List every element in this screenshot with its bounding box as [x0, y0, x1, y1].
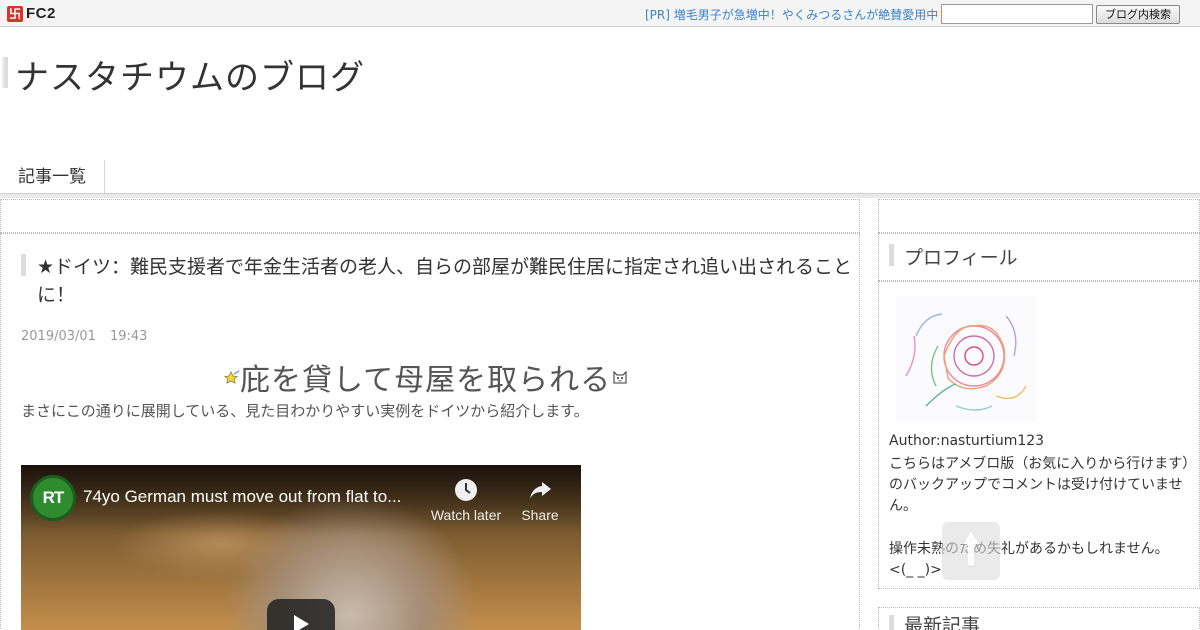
nav-divider: [0, 193, 1200, 198]
blog-title[interactable]: ナスタチウムのブログ: [15, 50, 365, 99]
profile-note: 操作未熟のため失礼があるかもしれません。 <(_ _)>: [889, 539, 1191, 581]
blog-search-input[interactable]: [941, 4, 1093, 24]
share-label: Share: [521, 507, 559, 523]
title-accent-bar: [2, 57, 8, 88]
video-title[interactable]: 74yo German must move out from flat to..…: [83, 487, 401, 507]
entry-title-accent: [21, 254, 26, 276]
profile-note-line-2: <(_ _)>: [889, 562, 942, 578]
play-button[interactable]: [267, 599, 335, 630]
side-top-spacer: [878, 199, 1200, 233]
youtube-embed[interactable]: RT 74yo German must move out from flat t…: [21, 465, 581, 630]
profile-heading-accent: [889, 244, 894, 266]
blog-search-button[interactable]: ブログ内検索: [1096, 5, 1180, 24]
profile-description: こちらはアメブロ版（お気に入りから行けます）のバックアップでコメントは受け付けて…: [889, 456, 1190, 514]
play-icon: [294, 615, 309, 630]
share-button[interactable]: Share: [500, 477, 580, 523]
recent-heading-accent: [889, 615, 894, 630]
fc2-logo-text: FC2: [26, 5, 56, 22]
fc2-toolbar: 卐 FC2 [PR] 増毛男子が急増中！やくみつるさんが絶賛愛用中 ブログ内検索: [0, 0, 1200, 27]
cat-face-icon: [613, 370, 627, 384]
recent-posts-heading: 最新記事: [904, 615, 981, 630]
flower-sketch-image: [896, 296, 1036, 422]
arrow-up-icon-stem: [968, 543, 974, 565]
share-arrow-icon: [530, 482, 551, 499]
entry-headline: 庇を貸して母屋を取られる: [222, 358, 629, 398]
main-top-spacer: [0, 199, 860, 233]
watch-later-button[interactable]: Watch later: [426, 477, 506, 523]
scroll-to-top-button[interactable]: [942, 522, 1000, 580]
watch-later-label: Watch later: [430, 507, 502, 523]
profile-author: Author:nasturtium123: [889, 433, 1045, 449]
shooting-star-icon: [224, 370, 240, 384]
entry-headline-text: 庇を貸して母屋を取られる: [240, 363, 612, 398]
entry-title[interactable]: ★ドイツ：難民支援者で年金生活者の老人、自らの部屋が難民住居に指定され追い出され…: [37, 253, 859, 309]
clock-icon: [455, 479, 477, 501]
channel-logo-icon[interactable]: RT: [30, 475, 76, 521]
entry-intro-text: まさにこの通りに展開している、見た目わかりやすい実例をドイツから紹介します。: [21, 402, 589, 420]
fc2-logo[interactable]: 卐 FC2: [7, 4, 56, 23]
profile-note-line-1: 操作未熟のため失礼があるかもしれません。: [889, 541, 1169, 557]
entry-datetime: 2019/03/01 19:43: [21, 329, 161, 344]
nav-item-article-list[interactable]: 記事一覧: [0, 160, 105, 194]
fc2-logo-icon: 卐: [7, 5, 23, 22]
entry-date: 2019/03/01: [21, 329, 96, 344]
entry-time: 19:43: [109, 329, 148, 344]
profile-avatar-image: [896, 296, 1036, 422]
pr-ad-link[interactable]: [PR] 増毛男子が急増中！やくみつるさんが絶賛愛用中: [645, 6, 938, 23]
profile-heading: プロフィール: [904, 247, 1018, 269]
